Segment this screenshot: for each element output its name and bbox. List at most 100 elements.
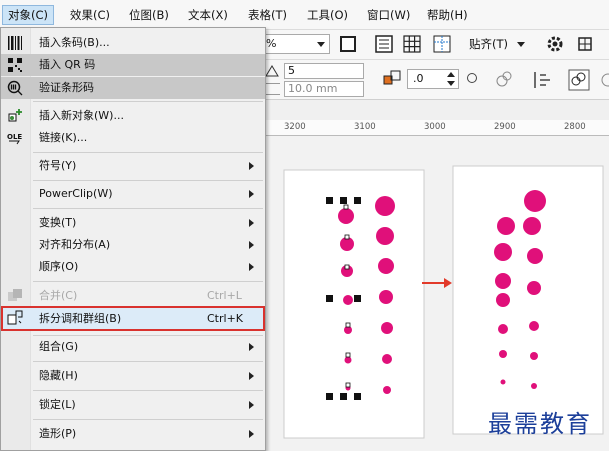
submenu-arrow-icon — [249, 219, 254, 227]
ruler-tick-label: 3100 — [354, 122, 376, 132]
menu-item-insert-qr-code[interactable]: 插入 QR 码 — [1, 54, 265, 76]
blend-steps-value: 5 — [288, 64, 295, 77]
copy-blend-properties-icon[interactable] — [568, 69, 590, 91]
horizontal-ruler[interactable]: 3200 3100 3000 2900 2800 — [262, 120, 609, 136]
show-grid-icon[interactable] — [402, 34, 422, 54]
menu-separator — [33, 101, 263, 102]
submenu-arrow-icon — [249, 162, 254, 170]
barcode-icon — [8, 36, 22, 50]
menu-text[interactable]: 文本(X) — [183, 5, 233, 25]
menu-separator — [33, 281, 263, 282]
menu-item-symbol[interactable]: 符号(Y) — [1, 155, 265, 177]
menu-item-label: 顺序(O) — [39, 260, 79, 273]
blend-direction-icon[interactable] — [382, 68, 404, 90]
menu-item-label: 插入 QR 码 — [39, 58, 96, 71]
menu-bar: 对象(C) 效果(C) 位图(B) 文本(X) 表格(T) 工具(O) 窗口(W… — [0, 0, 609, 30]
menu-separator — [33, 152, 263, 153]
insert-object-icon — [8, 109, 22, 122]
blend-spacing-value: 10.0 mm — [288, 82, 338, 95]
menu-item-shortcut: Ctrl+K — [207, 312, 244, 325]
menu-separator — [33, 208, 263, 209]
menu-item-label: 造形(P) — [39, 427, 77, 440]
menu-help[interactable]: 帮助(H) — [422, 5, 473, 25]
menu-object[interactable]: 对象(C) — [2, 5, 55, 25]
blend-rotation-value: .0 — [413, 72, 424, 85]
property-bar: 5 10.0 mm .0 — [262, 60, 609, 100]
object-color-icon[interactable] — [494, 69, 514, 89]
blend-rotation-input[interactable]: .0 — [407, 69, 459, 89]
menu-item-lock[interactable]: 锁定(L) — [1, 394, 265, 416]
menu-separator — [33, 361, 263, 362]
blend-steps-input[interactable]: 5 — [284, 63, 364, 79]
menu-item-label: 链接(K)... — [39, 131, 88, 144]
loop-blend-icon[interactable] — [467, 73, 477, 83]
show-rulers-icon[interactable] — [374, 34, 394, 54]
menu-item-shortcut: Ctrl+L — [207, 289, 242, 302]
menu-item-insert-barcode[interactable]: 插入条码(B)... — [1, 32, 265, 54]
stepper-down-icon[interactable] — [447, 81, 455, 86]
zoom-percent-sign: % — [266, 37, 277, 50]
arrowhead — [444, 278, 452, 288]
menu-item-powerclip[interactable]: PowerClip(W) — [1, 183, 265, 205]
menu-item-label: 合并(C) — [39, 289, 78, 302]
menu-separator — [33, 419, 263, 420]
menu-item-label: PowerClip(W) — [39, 187, 113, 200]
submenu-arrow-icon — [249, 190, 254, 198]
steps-icon — [264, 64, 280, 78]
snap-to-dropdown[interactable]: 贴齐(T) — [469, 36, 525, 52]
menu-item-shaping[interactable]: 造形(P) — [1, 423, 265, 445]
submenu-arrow-icon — [249, 343, 254, 351]
launch-icon[interactable] — [576, 35, 594, 53]
blend-spacing-input[interactable]: 10.0 mm — [284, 81, 364, 97]
menu-item-align-distribute[interactable]: 对齐和分布(A) — [1, 234, 265, 256]
menu-window[interactable]: 窗口(W) — [362, 5, 415, 25]
menu-bitmaps[interactable]: 位图(B) — [124, 5, 174, 25]
menu-item-label: 对齐和分布(A) — [39, 238, 111, 251]
menu-item-links[interactable]: OLE 链接(K)... — [1, 127, 265, 149]
menu-tools[interactable]: 工具(O) — [302, 5, 353, 25]
stepper-up-icon[interactable] — [447, 72, 455, 77]
verify-barcode-icon — [7, 80, 23, 96]
menu-item-label: 组合(G) — [39, 340, 79, 353]
ruler-tick-label: 2900 — [494, 122, 516, 132]
show-guidelines-icon[interactable] — [432, 34, 452, 54]
menu-item-label: 符号(Y) — [39, 159, 77, 172]
menu-separator — [33, 180, 263, 181]
object-menu-dropdown: 插入条码(B)... 插入 QR 码 验证条形码 插入新对象(W)... OLE… — [0, 27, 266, 451]
drawing-canvas[interactable]: 最需教育 — [262, 136, 609, 451]
menu-item-transform[interactable]: 变换(T) — [1, 212, 265, 234]
full-screen-icon[interactable] — [340, 36, 356, 52]
chevron-down-icon — [317, 42, 325, 47]
submenu-arrow-icon — [249, 263, 254, 271]
snap-to-label: 贴齐(T) — [469, 37, 508, 51]
menu-item-label: 插入条码(B)... — [39, 36, 110, 49]
menu-item-validate-barcode[interactable]: 验证条形码 — [1, 77, 265, 99]
ruler-tick-label: 3200 — [284, 122, 306, 132]
chevron-down-icon — [516, 42, 525, 47]
menu-item-hide[interactable]: 隐藏(H) — [1, 365, 265, 387]
menu-item-label: 验证条形码 — [39, 81, 94, 94]
menu-item-group[interactable]: 组合(G) — [1, 336, 265, 358]
menu-item-combine[interactable]: 合并(C) Ctrl+L — [1, 285, 265, 307]
menu-item-break-blend-group[interactable]: 拆分调和群组(B) Ctrl+K — [1, 306, 265, 331]
ole-link-icon: OLE — [7, 133, 22, 145]
menu-table[interactable]: 表格(T) — [243, 5, 292, 25]
menu-item-label: 拆分调和群组(B) — [39, 312, 122, 325]
qr-code-icon — [8, 58, 22, 72]
menu-separator — [33, 390, 263, 391]
menu-item-insert-new-object[interactable]: 插入新对象(W)... — [1, 105, 265, 127]
menu-item-label: 变换(T) — [39, 216, 77, 229]
svg-text:OLE: OLE — [7, 133, 22, 141]
submenu-arrow-icon — [249, 401, 254, 409]
menu-item-order[interactable]: 顺序(O) — [1, 256, 265, 278]
path-properties-icon[interactable] — [532, 69, 554, 91]
clear-blend-icon[interactable] — [598, 69, 609, 91]
menu-effects[interactable]: 效果(C) — [65, 5, 115, 25]
standard-toolbar: % 贴齐(T) — [262, 30, 609, 60]
submenu-arrow-icon — [249, 241, 254, 249]
combine-icon — [8, 289, 22, 301]
ruler-tick-label: 3000 — [424, 122, 446, 132]
spacing-icon — [266, 83, 280, 95]
gear-icon[interactable] — [546, 35, 564, 53]
zoom-level-combo[interactable]: % — [262, 34, 330, 54]
